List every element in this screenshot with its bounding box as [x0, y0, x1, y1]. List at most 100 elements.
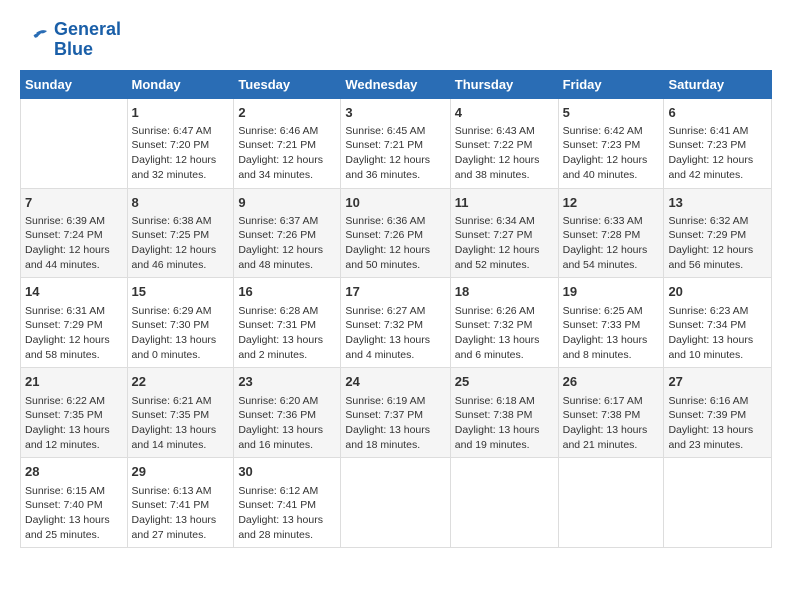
- day-number: 19: [563, 283, 660, 301]
- day-number: 12: [563, 194, 660, 212]
- day-number: 14: [25, 283, 123, 301]
- day-info: Sunrise: 6:46 AM Sunset: 7:21 PM Dayligh…: [238, 124, 336, 183]
- day-info: Sunrise: 6:19 AM Sunset: 7:37 PM Dayligh…: [345, 394, 445, 453]
- calendar-week-5: 28 Sunrise: 6:15 AM Sunset: 7:40 PM Dayli…: [21, 458, 772, 548]
- weekday-header-monday: Monday: [127, 70, 234, 98]
- calendar-cell: 6 Sunrise: 6:41 AM Sunset: 7:23 PM Daylig…: [664, 98, 772, 188]
- calendar-week-3: 14 Sunrise: 6:31 AM Sunset: 7:29 PM Dayli…: [21, 278, 772, 368]
- day-number: 18: [455, 283, 554, 301]
- calendar-cell: 2 Sunrise: 6:46 AM Sunset: 7:21 PM Daylig…: [234, 98, 341, 188]
- day-number: 30: [238, 463, 336, 481]
- day-number: 9: [238, 194, 336, 212]
- calendar-cell: 8 Sunrise: 6:38 AM Sunset: 7:25 PM Daylig…: [127, 188, 234, 278]
- weekday-header-wednesday: Wednesday: [341, 70, 450, 98]
- day-info: Sunrise: 6:17 AM Sunset: 7:38 PM Dayligh…: [563, 394, 660, 453]
- day-info: Sunrise: 6:39 AM Sunset: 7:24 PM Dayligh…: [25, 214, 123, 273]
- calendar-cell: 29Sunrise: 6:13 AM Sunset: 7:41 PM Dayli…: [127, 458, 234, 548]
- day-info: Sunrise: 6:21 AM Sunset: 7:35 PM Dayligh…: [132, 394, 230, 453]
- calendar-cell: 22Sunrise: 6:21 AM Sunset: 7:35 PM Dayli…: [127, 368, 234, 458]
- calendar-cell: [21, 98, 128, 188]
- day-number: 17: [345, 283, 445, 301]
- day-number: 4: [455, 104, 554, 122]
- calendar-week-2: 7 Sunrise: 6:39 AM Sunset: 7:24 PM Daylig…: [21, 188, 772, 278]
- day-number: 2: [238, 104, 336, 122]
- calendar-cell: [450, 458, 558, 548]
- day-info: Sunrise: 6:27 AM Sunset: 7:32 PM Dayligh…: [345, 304, 445, 363]
- logo-icon: [20, 25, 50, 55]
- day-number: 5: [563, 104, 660, 122]
- day-info: Sunrise: 6:22 AM Sunset: 7:35 PM Dayligh…: [25, 394, 123, 453]
- weekday-header-tuesday: Tuesday: [234, 70, 341, 98]
- day-info: Sunrise: 6:41 AM Sunset: 7:23 PM Dayligh…: [668, 124, 767, 183]
- day-number: 3: [345, 104, 445, 122]
- day-info: Sunrise: 6:32 AM Sunset: 7:29 PM Dayligh…: [668, 214, 767, 273]
- calendar-cell: 3 Sunrise: 6:45 AM Sunset: 7:21 PM Daylig…: [341, 98, 450, 188]
- day-info: Sunrise: 6:28 AM Sunset: 7:31 PM Dayligh…: [238, 304, 336, 363]
- day-number: 23: [238, 373, 336, 391]
- day-number: 6: [668, 104, 767, 122]
- calendar-cell: 5 Sunrise: 6:42 AM Sunset: 7:23 PM Daylig…: [558, 98, 664, 188]
- calendar-cell: 30Sunrise: 6:12 AM Sunset: 7:41 PM Dayli…: [234, 458, 341, 548]
- day-info: Sunrise: 6:26 AM Sunset: 7:32 PM Dayligh…: [455, 304, 554, 363]
- calendar-cell: 12 Sunrise: 6:33 AM Sunset: 7:28 PM Dayli…: [558, 188, 664, 278]
- calendar-cell: 4 Sunrise: 6:43 AM Sunset: 7:22 PM Daylig…: [450, 98, 558, 188]
- calendar-cell: 16 Sunrise: 6:28 AM Sunset: 7:31 PM Dayli…: [234, 278, 341, 368]
- calendar-cell: 10 Sunrise: 6:36 AM Sunset: 7:26 PM Dayli…: [341, 188, 450, 278]
- day-number: 11: [455, 194, 554, 212]
- calendar-week-1: 1Sunrise: 6:47 AM Sunset: 7:20 PM Daylig…: [21, 98, 772, 188]
- day-info: Sunrise: 6:15 AM Sunset: 7:40 PM Dayligh…: [25, 484, 123, 543]
- calendar-cell: 17 Sunrise: 6:27 AM Sunset: 7:32 PM Dayli…: [341, 278, 450, 368]
- calendar-cell: 14 Sunrise: 6:31 AM Sunset: 7:29 PM Dayli…: [21, 278, 128, 368]
- weekday-header-friday: Friday: [558, 70, 664, 98]
- day-info: Sunrise: 6:18 AM Sunset: 7:38 PM Dayligh…: [455, 394, 554, 453]
- calendar-cell: 23Sunrise: 6:20 AM Sunset: 7:36 PM Dayli…: [234, 368, 341, 458]
- day-info: Sunrise: 6:25 AM Sunset: 7:33 PM Dayligh…: [563, 304, 660, 363]
- calendar-cell: 24 Sunrise: 6:19 AM Sunset: 7:37 PM Dayli…: [341, 368, 450, 458]
- day-info: Sunrise: 6:47 AM Sunset: 7:20 PM Dayligh…: [132, 124, 230, 183]
- day-number: 15: [132, 283, 230, 301]
- day-number: 28: [25, 463, 123, 481]
- day-info: Sunrise: 6:16 AM Sunset: 7:39 PM Dayligh…: [668, 394, 767, 453]
- day-info: Sunrise: 6:31 AM Sunset: 7:29 PM Dayligh…: [25, 304, 123, 363]
- calendar-cell: 7 Sunrise: 6:39 AM Sunset: 7:24 PM Daylig…: [21, 188, 128, 278]
- day-info: Sunrise: 6:38 AM Sunset: 7:25 PM Dayligh…: [132, 214, 230, 273]
- calendar-cell: [664, 458, 772, 548]
- day-info: Sunrise: 6:37 AM Sunset: 7:26 PM Dayligh…: [238, 214, 336, 273]
- day-number: 25: [455, 373, 554, 391]
- day-info: Sunrise: 6:45 AM Sunset: 7:21 PM Dayligh…: [345, 124, 445, 183]
- day-info: Sunrise: 6:36 AM Sunset: 7:26 PM Dayligh…: [345, 214, 445, 273]
- weekday-header-thursday: Thursday: [450, 70, 558, 98]
- day-number: 21: [25, 373, 123, 391]
- day-number: 16: [238, 283, 336, 301]
- day-number: 13: [668, 194, 767, 212]
- day-number: 20: [668, 283, 767, 301]
- calendar-cell: [558, 458, 664, 548]
- calendar-cell: 28 Sunrise: 6:15 AM Sunset: 7:40 PM Dayli…: [21, 458, 128, 548]
- logo-text: General Blue: [54, 20, 121, 60]
- day-number: 8: [132, 194, 230, 212]
- calendar-cell: 1Sunrise: 6:47 AM Sunset: 7:20 PM Daylig…: [127, 98, 234, 188]
- day-number: 26: [563, 373, 660, 391]
- calendar-cell: 25 Sunrise: 6:18 AM Sunset: 7:38 PM Dayli…: [450, 368, 558, 458]
- day-number: 24: [345, 373, 445, 391]
- calendar-cell: 27 Sunrise: 6:16 AM Sunset: 7:39 PM Dayli…: [664, 368, 772, 458]
- calendar-cell: 26 Sunrise: 6:17 AM Sunset: 7:38 PM Dayli…: [558, 368, 664, 458]
- logo: General Blue: [20, 20, 121, 60]
- day-info: Sunrise: 6:34 AM Sunset: 7:27 PM Dayligh…: [455, 214, 554, 273]
- day-info: Sunrise: 6:23 AM Sunset: 7:34 PM Dayligh…: [668, 304, 767, 363]
- weekday-header-row: SundayMondayTuesdayWednesdayThursdayFrid…: [21, 70, 772, 98]
- day-info: Sunrise: 6:29 AM Sunset: 7:30 PM Dayligh…: [132, 304, 230, 363]
- calendar-cell: 19 Sunrise: 6:25 AM Sunset: 7:33 PM Dayli…: [558, 278, 664, 368]
- day-info: Sunrise: 6:42 AM Sunset: 7:23 PM Dayligh…: [563, 124, 660, 183]
- day-number: 29: [132, 463, 230, 481]
- calendar-cell: 21 Sunrise: 6:22 AM Sunset: 7:35 PM Dayli…: [21, 368, 128, 458]
- day-number: 10: [345, 194, 445, 212]
- day-number: 27: [668, 373, 767, 391]
- calendar-cell: 15 Sunrise: 6:29 AM Sunset: 7:30 PM Dayli…: [127, 278, 234, 368]
- calendar-cell: 18 Sunrise: 6:26 AM Sunset: 7:32 PM Dayli…: [450, 278, 558, 368]
- day-info: Sunrise: 6:43 AM Sunset: 7:22 PM Dayligh…: [455, 124, 554, 183]
- day-number: 7: [25, 194, 123, 212]
- day-info: Sunrise: 6:33 AM Sunset: 7:28 PM Dayligh…: [563, 214, 660, 273]
- weekday-header-saturday: Saturday: [664, 70, 772, 98]
- calendar-cell: 9 Sunrise: 6:37 AM Sunset: 7:26 PM Daylig…: [234, 188, 341, 278]
